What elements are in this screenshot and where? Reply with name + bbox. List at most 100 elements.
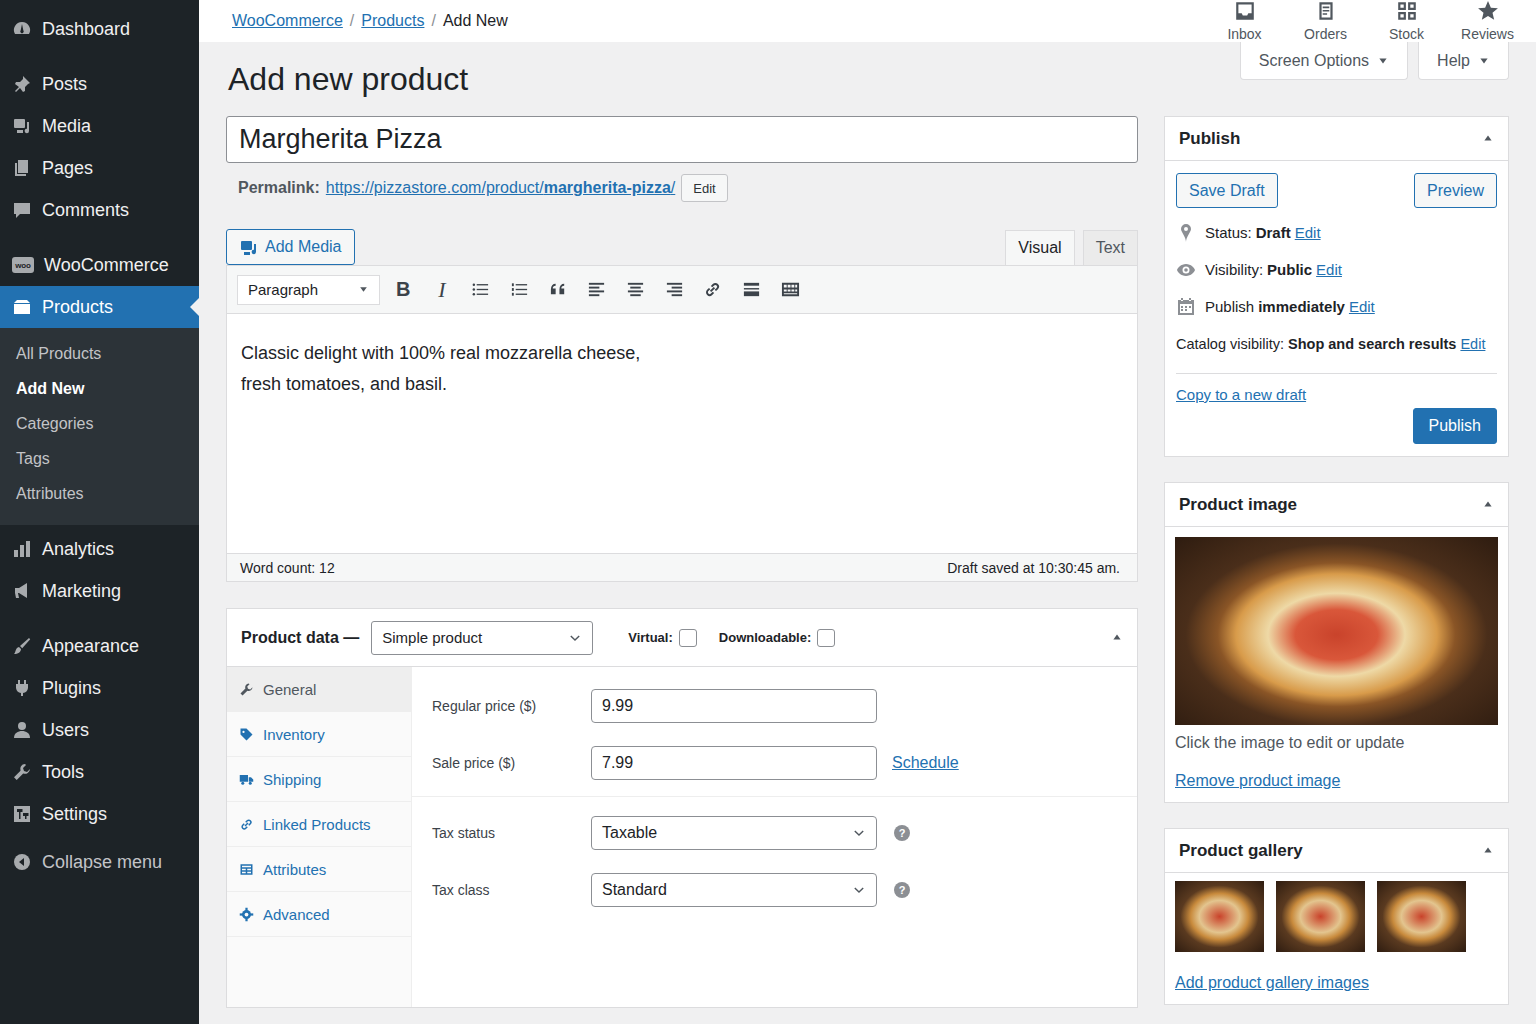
sidebar-item[interactable]: Plugins [0, 667, 199, 709]
submenu-item[interactable]: All Products [0, 336, 199, 371]
product-data-title: Product data — [241, 629, 359, 647]
sidebar-label: Tools [42, 762, 84, 783]
tab-label: General [263, 681, 316, 698]
product-data-tab[interactable]: Attributes [227, 847, 411, 892]
permalink-label: Permalink: [238, 179, 320, 197]
screen-options-button[interactable]: Screen Options [1240, 42, 1408, 80]
sidebar-item[interactable]: Tools [0, 751, 199, 793]
edit-link[interactable]: Edit [1349, 298, 1375, 315]
product-data-tab[interactable]: Linked Products [227, 802, 411, 847]
permalink-slug: margherita-pizza [544, 179, 671, 196]
submenu-item[interactable]: Add New [0, 371, 199, 406]
product-title-input[interactable]: Margherita Pizza [226, 116, 1138, 163]
product-data-tab[interactable]: Shipping [227, 757, 411, 802]
align-center-button[interactable] [616, 280, 655, 299]
help-button[interactable]: Help [1418, 42, 1509, 80]
add-gallery-link[interactable]: Add product gallery images [1175, 974, 1369, 992]
permalink-link[interactable]: https://pizzastore.com/product/margherit… [326, 179, 675, 197]
product-data-tab[interactable]: Advanced [227, 892, 411, 937]
table-icon [239, 862, 254, 877]
format-label: Paragraph [248, 281, 318, 298]
collapse-menu[interactable]: Collapse menu [0, 841, 199, 883]
bullet-list-button[interactable] [461, 280, 500, 299]
copy-draft-link[interactable]: Copy to a new draft [1176, 386, 1306, 403]
breadcrumb[interactable]: Products [361, 12, 424, 30]
remove-image-link[interactable]: Remove product image [1175, 772, 1340, 790]
gallery-image[interactable] [1377, 881, 1466, 952]
sidebar-item[interactable]: woo WooCommerce [0, 244, 199, 286]
submenu-item[interactable]: Attributes [0, 476, 199, 511]
select-field[interactable]: Standard [591, 873, 877, 907]
save-draft-button[interactable]: Save Draft [1176, 173, 1278, 208]
product-type-select[interactable]: Simple product [371, 621, 593, 655]
select-field[interactable]: Taxable [591, 816, 877, 850]
gallery-image[interactable] [1175, 881, 1264, 952]
editor-tab[interactable]: Text [1083, 230, 1138, 265]
virtual-checkbox[interactable] [679, 629, 697, 647]
align-right-button[interactable] [655, 280, 694, 299]
edit-link[interactable]: Edit [1460, 336, 1485, 352]
activity-item[interactable]: Orders [1285, 0, 1366, 42]
sidebar-item[interactable]: Posts [0, 63, 199, 105]
sidebar-item[interactable]: Media [0, 105, 199, 147]
publish-button[interactable]: Publish [1413, 408, 1497, 444]
box-toggle[interactable] [1482, 841, 1494, 861]
activity-item[interactable]: Inbox [1204, 0, 1285, 42]
sidebar-item[interactable]: Comments [0, 189, 199, 231]
publish-row: Status:DraftEdit [1176, 214, 1497, 251]
schedule-link[interactable]: Schedule [892, 754, 959, 772]
edit-link[interactable]: Edit [1295, 224, 1321, 241]
field-group: Tax statusTaxable?Tax classStandard? [412, 796, 1137, 923]
sidebar-item[interactable]: Analytics [0, 528, 199, 570]
toolbar-toggle-button[interactable] [771, 280, 810, 299]
gallery-image[interactable] [1276, 881, 1365, 952]
sidebar-label: Posts [42, 74, 87, 95]
italic-button[interactable]: I [423, 277, 462, 303]
field-group: Regular price ($)9.99Sale price ($)7.99S… [412, 667, 1137, 796]
gear-icon [239, 907, 254, 922]
sidebar-item[interactable]: Marketing [0, 570, 199, 612]
help-icon[interactable]: ? [894, 825, 910, 841]
submenu-item[interactable]: Tags [0, 441, 199, 476]
align-left-button[interactable] [577, 280, 616, 299]
help-icon[interactable]: ? [894, 882, 910, 898]
read-more-button[interactable] [732, 280, 771, 299]
link-icon [239, 817, 254, 832]
permalink-edit-button[interactable]: Edit [681, 174, 727, 202]
sidebar-item[interactable]: Appearance [0, 625, 199, 667]
downloadable-checkbox[interactable] [817, 629, 835, 647]
sidebar-item[interactable]: Dashboard [0, 8, 199, 50]
activity-item[interactable]: Reviews [1447, 0, 1528, 42]
editor-content[interactable]: Classic delight with 100% real mozzarell… [227, 314, 1137, 553]
box-toggle[interactable] [1482, 495, 1494, 515]
sidebar-item[interactable]: Pages [0, 147, 199, 189]
link-button[interactable] [694, 280, 733, 299]
numbered-list-button[interactable] [500, 280, 539, 299]
sidebar-label: WooCommerce [44, 255, 169, 276]
breadcrumbs: WooCommerce/Products/Add New [232, 12, 508, 30]
product-image-header: Product image [1165, 483, 1508, 527]
woocommerce-icon: woo [12, 257, 34, 273]
collapse-toggle[interactable] [1111, 629, 1123, 647]
quote-button[interactable] [539, 280, 578, 299]
activity-item[interactable]: Stock [1366, 0, 1447, 42]
field-row: Sale price ($)7.99Schedule [432, 734, 1117, 791]
product-image[interactable] [1175, 537, 1498, 725]
input-field[interactable]: 9.99 [591, 689, 877, 723]
input-field[interactable]: 7.99 [591, 746, 877, 780]
sidebar-item[interactable]: Settings [0, 793, 199, 835]
box-toggle[interactable] [1482, 129, 1494, 149]
product-data-tab[interactable]: Inventory [227, 712, 411, 757]
editor-tab[interactable]: Visual [1005, 230, 1074, 265]
format-select[interactable]: Paragraph [237, 275, 380, 305]
edit-link[interactable]: Edit [1316, 261, 1342, 278]
breadcrumb[interactable]: WooCommerce [232, 12, 343, 30]
sidebar-item[interactable]: Products [0, 286, 199, 328]
add-media-button[interactable]: Add Media [226, 229, 355, 265]
product-data-tab[interactable]: General [227, 667, 411, 712]
eye-icon [1176, 260, 1196, 280]
preview-button[interactable]: Preview [1414, 173, 1497, 208]
bold-button[interactable]: B [384, 278, 423, 301]
submenu-item[interactable]: Categories [0, 406, 199, 441]
sidebar-item[interactable]: Users [0, 709, 199, 751]
